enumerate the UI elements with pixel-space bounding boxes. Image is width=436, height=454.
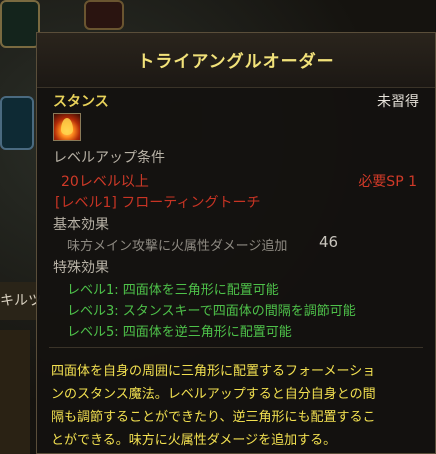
section-divider — [49, 347, 423, 348]
skill-slot-fire[interactable] — [84, 0, 124, 30]
required-sp: 必要SP 1 — [358, 174, 417, 190]
required-level: 20レベル以上 — [61, 174, 149, 190]
description-line: ンのスタンス魔法。レベルアップすると自分自身との間 — [51, 387, 376, 402]
skill-tree-tab-label: キルツリー — [0, 293, 40, 309]
flame-stance-icon — [53, 113, 81, 141]
basic-effect-header: 基本効果 — [53, 217, 109, 233]
skill-title: トライアングルオーダー — [137, 52, 335, 72]
skill-tree-tab[interactable]: キルツリー — [0, 282, 40, 320]
description-line: 隔も調節することができたり、逆三角形にも配置するこ — [51, 410, 376, 425]
stance-label: スタンス — [53, 94, 109, 110]
required-skill: [レベル1] フローティングトーチ — [55, 195, 261, 211]
basic-effect-desc: 味方メイン攻撃に火属性ダメージ追加 — [67, 239, 288, 254]
basic-effect-value: 46 — [319, 233, 339, 251]
special-effect-item: レベル1: 四面体を三角形に配置可能 — [67, 283, 279, 298]
special-effect-item: レベル5: 四面体を逆三角形に配置可能 — [67, 325, 292, 340]
levelup-header: レベルアップ条件 — [53, 150, 165, 166]
learn-status: 未習得 — [377, 94, 419, 110]
description-line: 四面体を自身の周囲に三角形に配置するフォーメーショ — [51, 364, 376, 379]
description-line: とができる。味方に火属性ダメージを追加する。 — [51, 433, 337, 448]
flame-icon — [61, 118, 73, 135]
skill-slot-water[interactable] — [0, 96, 34, 150]
tooltip-header: トライアングルオーダー — [37, 33, 435, 88]
skill-tooltip: トライアングルオーダー スタンス 未習得 レベルアップ条件 20レベル以上 必要… — [36, 32, 436, 454]
special-effect-item: レベル3: スタンスキーで四面体の間隔を調節可能 — [67, 304, 356, 319]
side-panel-edge — [0, 330, 30, 454]
skill-slot-triangle[interactable] — [0, 0, 40, 48]
special-effect-header: 特殊効果 — [53, 260, 109, 276]
